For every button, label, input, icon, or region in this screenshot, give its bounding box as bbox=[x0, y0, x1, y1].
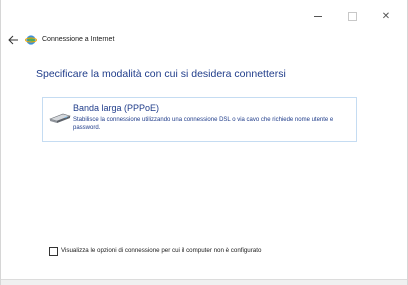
maximize-button[interactable] bbox=[340, 10, 364, 24]
checkbox-label: Visualizza le opzioni di connessione per… bbox=[61, 247, 262, 254]
window-bottom-edge bbox=[1, 279, 407, 285]
show-unconfigured-options-checkbox[interactable] bbox=[49, 247, 58, 256]
page-heading: Specificare la modalità con cui si desid… bbox=[36, 68, 286, 80]
window-title: Connessione a Internet bbox=[42, 36, 115, 43]
option-title: Banda larga (PPPoE) bbox=[73, 103, 160, 113]
option-broadband-pppoe[interactable]: Banda larga (PPPoE) Stabilisce la connes… bbox=[42, 97, 357, 142]
maximize-icon bbox=[347, 11, 357, 21]
network-globe-icon bbox=[25, 35, 37, 45]
close-icon: ✕ bbox=[381, 11, 391, 22]
close-button[interactable]: ✕ bbox=[374, 10, 398, 24]
option-description: Stabilisce la connessione utilizzando un… bbox=[73, 117, 334, 131]
connection-wizard-window: ✕ Connessione a Internet Specificare la … bbox=[0, 0, 408, 285]
minimize-button[interactable] bbox=[306, 10, 330, 24]
broadband-modem-icon bbox=[49, 113, 71, 123]
back-arrow-icon[interactable] bbox=[7, 34, 19, 46]
minimize-icon bbox=[314, 15, 322, 17]
